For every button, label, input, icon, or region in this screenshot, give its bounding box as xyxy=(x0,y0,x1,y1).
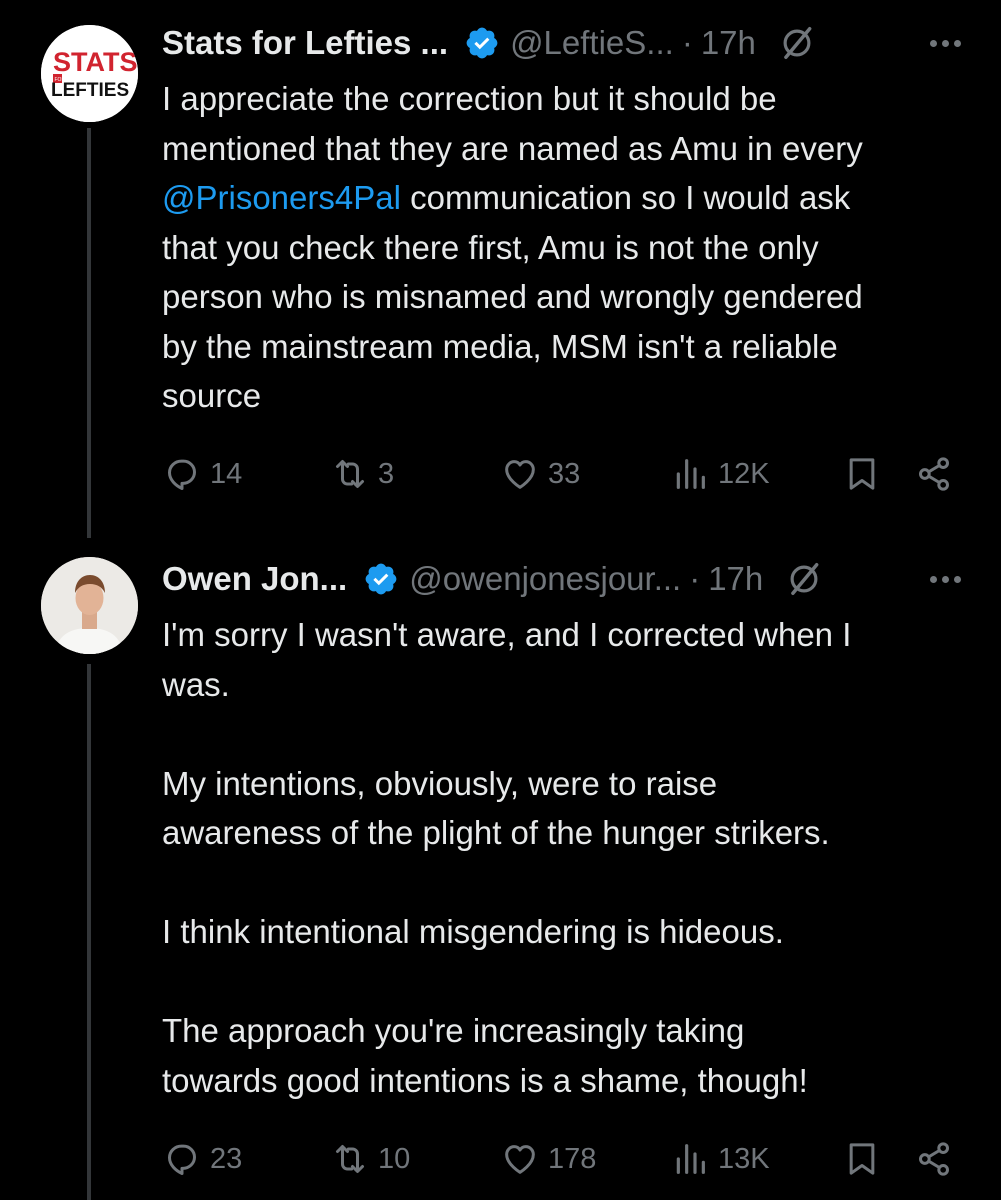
tweet-actions: 23 10 178 13K xyxy=(162,1137,962,1181)
like-count: 33 xyxy=(548,457,581,490)
logo-stats-text: STATS xyxy=(53,47,138,77)
share-button[interactable] xyxy=(914,452,954,496)
like-button[interactable]: 178 xyxy=(500,1137,596,1181)
reply-count: 23 xyxy=(210,1142,243,1175)
logo-lefties-text: LEFTIES xyxy=(51,80,129,101)
views-icon xyxy=(676,1144,705,1174)
like-icon xyxy=(505,1145,535,1174)
repost-count: 10 xyxy=(378,1142,411,1175)
share-button[interactable] xyxy=(914,1137,954,1181)
stats-for-lefties-logo: STATS FOR LEFTIES xyxy=(41,25,138,122)
separator-dot: · xyxy=(681,24,693,61)
reply-button[interactable]: 23 xyxy=(162,1137,242,1181)
views-count: 12K xyxy=(718,457,770,490)
repost-icon xyxy=(336,1145,364,1173)
views-count: 13K xyxy=(718,1142,770,1175)
repost-button[interactable]: 10 xyxy=(330,1137,410,1181)
avatar-photo xyxy=(41,557,138,654)
views-button[interactable]: 12K xyxy=(670,452,770,496)
tweet-text-part: I appreciate the correction but it shoul… xyxy=(162,80,863,167)
more-icon[interactable] xyxy=(930,569,961,589)
tweet-text: I'm sorry I wasn't aware, and I correcte… xyxy=(162,616,852,1099)
author-name[interactable]: Stats for Lefties ... xyxy=(162,24,448,62)
tweet-header: Stats for Lefties ... @LeftieS... · 17h xyxy=(162,21,961,65)
separator-dot: · xyxy=(689,560,701,597)
tweet-header: Owen Jon... @owenjonesjour... · 17h xyxy=(162,557,961,601)
views-button[interactable]: 13K xyxy=(670,1137,770,1181)
bookmark-icon xyxy=(849,1143,875,1175)
bookmark-button[interactable] xyxy=(842,452,882,496)
verified-badge-icon[interactable] xyxy=(464,25,500,61)
like-icon xyxy=(505,460,535,489)
bookmark-icon xyxy=(849,458,875,490)
tweet-stats-for-lefties[interactable]: STATS FOR LEFTIES Stats for Lefties ... … xyxy=(0,0,1001,530)
author-handle[interactable]: @owenjonesjour... xyxy=(409,560,681,598)
timestamp[interactable]: 17h xyxy=(708,560,763,598)
author-handle[interactable]: @LeftieS... xyxy=(510,24,674,62)
reply-count: 14 xyxy=(210,457,243,490)
avatar-owen-jones[interactable] xyxy=(41,557,138,654)
grok-icon[interactable] xyxy=(778,24,816,62)
repost-count: 3 xyxy=(378,457,395,490)
reply-icon xyxy=(168,459,196,490)
more-icon[interactable] xyxy=(930,33,961,53)
tweet-owen-jones[interactable]: Owen Jon... @owenjonesjour... · 17h I'm … xyxy=(0,540,1001,1200)
like-count: 178 xyxy=(548,1142,597,1175)
verified-badge-icon[interactable] xyxy=(363,561,399,597)
views-icon xyxy=(676,459,705,489)
like-button[interactable]: 33 xyxy=(500,452,580,496)
reply-icon xyxy=(168,1144,196,1175)
mention-link[interactable]: @Prisoners4Pal xyxy=(162,179,401,216)
avatar-stats-for-lefties[interactable]: STATS FOR LEFTIES xyxy=(41,25,138,122)
author-name[interactable]: Owen Jon... xyxy=(162,560,347,598)
reply-button[interactable]: 14 xyxy=(162,452,242,496)
tweet-text: I appreciate the correction but it shoul… xyxy=(162,74,962,421)
share-icon xyxy=(919,1142,949,1176)
tweet-actions: 14 3 33 12K xyxy=(162,452,962,496)
grok-icon[interactable] xyxy=(785,560,823,598)
share-icon xyxy=(919,457,949,491)
repost-icon xyxy=(336,460,364,488)
timestamp[interactable]: 17h xyxy=(701,24,756,62)
bookmark-button[interactable] xyxy=(842,1137,882,1181)
repost-button[interactable]: 3 xyxy=(330,452,394,496)
